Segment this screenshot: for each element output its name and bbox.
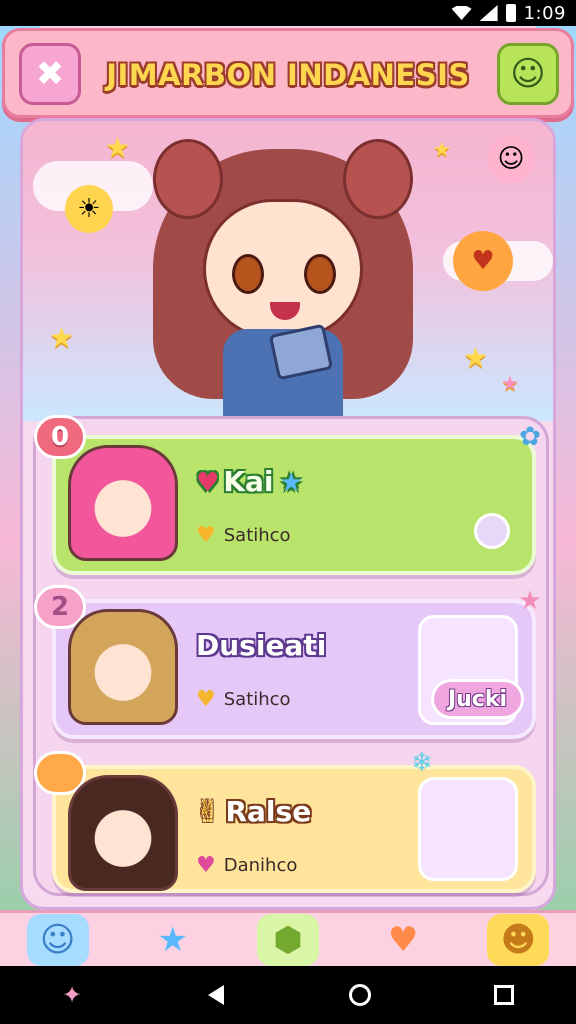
status-bar: 1:09: [0, 0, 576, 26]
bottom-nav: ☺ ★ ⬢ ♥ ☻: [0, 910, 576, 966]
back-icon: [208, 985, 224, 1005]
wifi-icon: [451, 6, 472, 20]
nav-tag[interactable]: ♥: [372, 914, 434, 966]
leaderboard-list: 0 ♥ Kai ★ ♥ Satihco ✿ 2 Dusieati ♥ Satihco…: [33, 415, 549, 896]
star-icon: ★: [157, 919, 189, 960]
nav-star[interactable]: ★: [142, 914, 204, 966]
battery-icon: [505, 4, 516, 22]
player-subtitle: ♥ Danihco: [196, 853, 298, 878]
star-icon: ★: [433, 137, 451, 161]
app-title: JIMARBON INDANESIS: [106, 58, 470, 92]
star-icon: ★: [49, 321, 75, 354]
player-card[interactable]: ✌ Ralse ♥ Danihco ❄: [34, 748, 536, 893]
nav-bear-friend[interactable]: ☻: [487, 913, 550, 966]
star-icon: ★: [518, 586, 542, 616]
select-button[interactable]: [474, 513, 510, 549]
smiley-icon: ☺: [510, 54, 546, 94]
mascot-button[interactable]: ☺: [497, 43, 559, 105]
main-frame: ★ ★ ★ ★ ★ ☀ ☺ ♥ 0 ♥ Kai ★ ♥ Satihco ✿ 2 …: [20, 118, 556, 910]
home-nav-button[interactable]: [340, 975, 380, 1015]
player-name: Dusieati: [196, 629, 327, 662]
avatar: [68, 775, 178, 891]
sun-critter-icon: ☀: [65, 185, 113, 233]
back-button[interactable]: ✖: [19, 43, 81, 105]
app-star-icon[interactable]: ✦: [52, 975, 92, 1015]
player-name: ✌ Ralse: [196, 795, 312, 828]
cellular-icon: [479, 5, 498, 21]
heart-icon: ♥: [196, 687, 216, 712]
hero-character: [143, 129, 423, 421]
nav-bear[interactable]: ☺: [26, 913, 89, 966]
recents-nav-button[interactable]: [484, 975, 524, 1015]
heart-icon: ♥: [196, 523, 216, 548]
player-subtitle: ♥ Satihco: [196, 687, 291, 712]
player-card[interactable]: 2 Dusieati ♥ Satihco Jucki ★: [34, 585, 542, 739]
rank-badge: 0: [34, 415, 86, 459]
flower-icon: ✿: [519, 422, 541, 452]
home-circle-icon: [349, 984, 371, 1006]
star-icon: ★: [279, 468, 303, 498]
avatar: [68, 445, 178, 561]
star-icon: ★: [501, 371, 519, 395]
star-icon: ★: [463, 341, 489, 374]
friend-tag-button[interactable]: Jucki: [430, 679, 524, 719]
nav-home[interactable]: ⬢: [256, 913, 319, 966]
star-icon: ★: [105, 131, 131, 164]
recents-icon: [494, 985, 514, 1005]
pink-critter-icon: ☺: [487, 135, 535, 183]
player-subtitle: ♥ Satihco: [196, 523, 291, 548]
player-card[interactable]: 0 ♥ Kai ★ ♥ Satihco ✿: [34, 415, 541, 575]
home-icon: ⬢: [273, 919, 303, 960]
friend-avatar: [418, 777, 518, 881]
back-nav-button[interactable]: [196, 975, 236, 1015]
app-header: ✖ JIMARBON INDANESIS ☺: [2, 28, 574, 118]
close-icon: ✖: [35, 54, 65, 94]
avatar: [68, 609, 178, 725]
bear-icon: ☺: [39, 919, 76, 960]
hand-icon: ✌: [196, 795, 220, 828]
orange-critter-icon: ♥: [453, 231, 513, 291]
crystal-icon: ❄: [411, 748, 433, 778]
system-nav-bar: ✦: [0, 966, 576, 1024]
hero-banner: ★ ★ ★ ★ ★ ☀ ☺ ♥: [23, 121, 553, 421]
bear-friend-icon: ☻: [500, 919, 537, 960]
heart-icon: ♥: [196, 468, 220, 498]
tag-icon: ♥: [387, 919, 419, 960]
player-name: ♥ Kai ★: [196, 465, 303, 498]
heart-icon: ♥: [196, 853, 216, 878]
status-time: 1:09: [523, 2, 566, 24]
